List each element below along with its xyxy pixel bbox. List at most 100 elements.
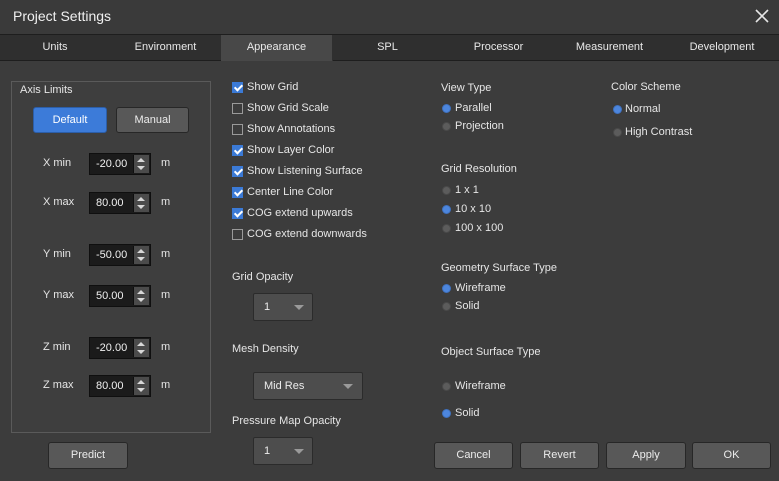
view-type-projection-label: Projection <box>455 120 504 132</box>
show-listening-surface-label: Show Listening Surface <box>247 165 363 177</box>
z-max-value[interactable]: 80.00 <box>96 380 124 392</box>
x-min-label: X min <box>43 157 72 169</box>
view-type-title: View Type <box>441 82 492 94</box>
geometry-surface-solid-label: Solid <box>455 300 480 312</box>
color-scheme-normal-radio[interactable] <box>613 105 622 114</box>
object-surface-wireframe-radio[interactable] <box>442 382 451 391</box>
tab-environment[interactable]: Environment <box>110 35 222 60</box>
window-title: Project Settings <box>13 8 112 24</box>
pressure-map-opacity-label: Pressure Map Opacity <box>232 415 341 427</box>
ok-button[interactable]: OK <box>692 442 771 469</box>
grid-opacity-label: Grid Opacity <box>232 271 294 283</box>
show-grid-label: Show Grid <box>247 81 299 93</box>
show-listening-surface-checkbox[interactable] <box>232 166 243 177</box>
revert-button[interactable]: Revert <box>520 442 599 469</box>
grid-resolution-1x1-label: 1 x 1 <box>455 184 479 196</box>
geometry-surface-wireframe-label: Wireframe <box>455 282 506 294</box>
grid-resolution-10x10-label: 10 x 10 <box>455 203 492 215</box>
geometry-surface-type-title: Geometry Surface Type <box>441 262 557 274</box>
spinner-arrows-icon[interactable] <box>133 246 149 264</box>
object-surface-wireframe-label: Wireframe <box>455 380 506 392</box>
object-surface-type-title: Object Surface Type <box>441 346 541 358</box>
axis-limits-title: Axis Limits <box>20 84 73 96</box>
grid-opacity-value: 1 <box>264 301 271 313</box>
z-min-value[interactable]: -20.00 <box>96 342 127 354</box>
grid-resolution-100x100-label: 100 x 100 <box>455 222 504 234</box>
geometry-surface-solid-radio[interactable] <box>442 302 451 311</box>
center-line-color-checkbox[interactable] <box>232 187 243 198</box>
cog-extend-downwards-checkbox[interactable] <box>232 229 243 240</box>
y-min-spinbox[interactable]: -50.00 <box>89 244 151 266</box>
show-grid-scale-label: Show Grid Scale <box>247 102 329 114</box>
y-max-value[interactable]: 50.00 <box>96 290 124 302</box>
spinner-arrows-icon[interactable] <box>133 155 149 173</box>
center-line-color-label: Center Line Color <box>247 186 334 198</box>
x-max-value[interactable]: 80.00 <box>96 197 124 209</box>
cog-extend-upwards-checkbox[interactable] <box>232 208 243 219</box>
color-scheme-normal-label: Normal <box>625 103 661 115</box>
mesh-density-label: Mesh Density <box>232 343 299 355</box>
show-grid-scale-checkbox[interactable] <box>232 103 243 114</box>
z-min-spinbox[interactable]: -20.00 <box>89 337 151 359</box>
show-annotations-label: Show Annotations <box>247 123 336 135</box>
chevron-down-icon <box>294 305 304 310</box>
x-min-unit: m <box>161 157 171 169</box>
spinner-arrows-icon[interactable] <box>133 287 149 305</box>
apply-button[interactable]: Apply <box>606 442 686 469</box>
close-icon[interactable] <box>752 6 772 26</box>
cog-extend-downwards-label: COG extend downwards <box>247 228 367 240</box>
spinner-arrows-icon[interactable] <box>133 339 149 357</box>
y-min-value[interactable]: -50.00 <box>96 249 127 261</box>
tab-processor[interactable]: Processor <box>443 35 555 60</box>
mesh-density-value: Mid Res <box>264 380 305 392</box>
y-min-unit: m <box>161 248 171 260</box>
z-min-label: Z min <box>43 341 71 353</box>
tab-development[interactable]: Development <box>665 35 779 60</box>
z-max-unit: m <box>161 379 171 391</box>
grid-resolution-title: Grid Resolution <box>441 163 517 175</box>
tab-appearance[interactable]: Appearance <box>221 35 333 61</box>
geometry-surface-wireframe-radio[interactable] <box>442 284 451 293</box>
tab-units[interactable]: Units <box>0 35 111 60</box>
view-type-parallel-radio[interactable] <box>442 104 451 113</box>
grid-resolution-10x10-radio[interactable] <box>442 205 451 214</box>
chevron-down-icon <box>294 449 304 454</box>
mesh-density-dropdown[interactable]: Mid Res <box>253 372 363 400</box>
y-min-label: Y min <box>43 248 71 260</box>
spinner-arrows-icon[interactable] <box>133 194 149 212</box>
grid-opacity-dropdown[interactable]: 1 <box>253 293 313 321</box>
z-max-spinbox[interactable]: 80.00 <box>89 375 151 397</box>
x-max-unit: m <box>161 196 171 208</box>
show-annotations-checkbox[interactable] <box>232 124 243 135</box>
x-min-spinbox[interactable]: -20.00 <box>89 153 151 175</box>
x-max-label: X max <box>43 196 75 208</box>
pressure-map-opacity-dropdown[interactable]: 1 <box>253 437 313 465</box>
manual-button[interactable]: Manual <box>116 107 189 133</box>
show-layer-color-label: Show Layer Color <box>247 144 335 156</box>
y-max-spinbox[interactable]: 50.00 <box>89 285 151 307</box>
x-max-spinbox[interactable]: 80.00 <box>89 192 151 214</box>
color-scheme-high-contrast-radio[interactable] <box>613 128 622 137</box>
tab-spl[interactable]: SPL <box>332 35 444 60</box>
tab-measurement[interactable]: Measurement <box>554 35 666 60</box>
y-max-unit: m <box>161 289 171 301</box>
cancel-button[interactable]: Cancel <box>434 442 513 469</box>
x-min-value[interactable]: -20.00 <box>96 158 127 170</box>
view-type-parallel-label: Parallel <box>455 102 492 114</box>
default-button[interactable]: Default <box>33 107 107 133</box>
title-bar <box>0 0 779 34</box>
object-surface-solid-label: Solid <box>455 407 480 419</box>
grid-resolution-1x1-radio[interactable] <box>442 186 451 195</box>
pressure-map-opacity-value: 1 <box>264 445 271 457</box>
spinner-arrows-icon[interactable] <box>133 377 149 395</box>
y-max-label: Y max <box>43 289 74 301</box>
cog-extend-upwards-label: COG extend upwards <box>247 207 353 219</box>
object-surface-solid-radio[interactable] <box>442 409 451 418</box>
predict-button[interactable]: Predict <box>48 442 128 469</box>
show-grid-checkbox[interactable] <box>232 82 243 93</box>
view-type-projection-radio[interactable] <box>442 122 451 131</box>
grid-resolution-100x100-radio[interactable] <box>442 224 451 233</box>
z-min-unit: m <box>161 341 171 353</box>
z-max-label: Z max <box>43 379 74 391</box>
show-layer-color-checkbox[interactable] <box>232 145 243 156</box>
